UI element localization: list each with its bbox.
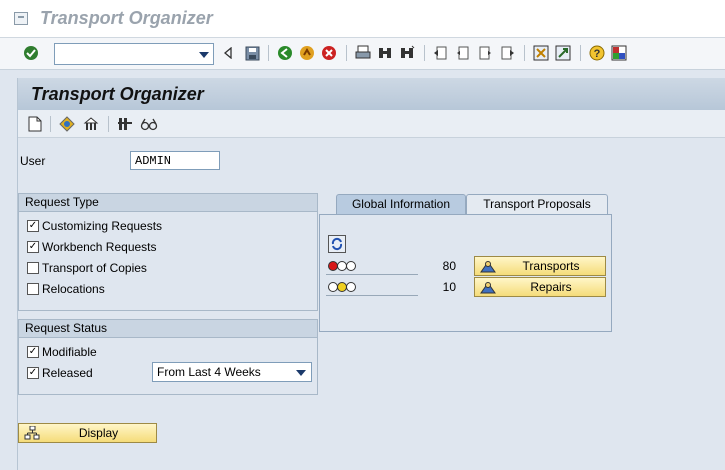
chevron-down-icon[interactable] bbox=[296, 370, 306, 376]
back-icon[interactable] bbox=[276, 44, 294, 62]
released-option[interactable]: ✓ Released bbox=[27, 365, 93, 381]
repairs-button[interactable]: Repairs bbox=[474, 277, 606, 297]
status-lights-red bbox=[328, 261, 356, 271]
transports-count: 80 bbox=[442, 259, 456, 273]
transport-of-copies-option[interactable]: Transport of Copies bbox=[27, 260, 147, 276]
screen-header: Transport Organizer bbox=[18, 78, 725, 110]
request-type-title: Request Type bbox=[19, 194, 317, 212]
print-icon[interactable] bbox=[354, 44, 372, 62]
modifiable-option[interactable]: ✓ Modifiable bbox=[27, 344, 97, 360]
user-icon bbox=[479, 279, 497, 295]
transport-routes-icon[interactable] bbox=[82, 115, 100, 133]
display-object-icon[interactable] bbox=[58, 115, 76, 133]
standard-toolbar: ? bbox=[0, 38, 725, 70]
global-information-panel: 80 Transports 10 Repairs bbox=[319, 214, 612, 332]
refresh-icon[interactable] bbox=[328, 235, 346, 253]
svg-text:?: ? bbox=[594, 48, 601, 60]
workbench-requests-option[interactable]: ✓ Workbench Requests bbox=[27, 239, 157, 255]
repairs-count: 10 bbox=[442, 280, 456, 294]
request-status-title: Request Status bbox=[19, 320, 317, 338]
enter-icon[interactable] bbox=[22, 44, 40, 62]
customizing-requests-option[interactable]: ✓ Customizing Requests bbox=[27, 218, 162, 234]
user-label: User bbox=[20, 154, 46, 168]
find-next-icon[interactable] bbox=[398, 44, 416, 62]
window-title: Transport Organizer bbox=[40, 8, 213, 28]
checkbox[interactable]: ✓ bbox=[27, 241, 39, 253]
application-toolbar bbox=[18, 110, 725, 138]
help-icon[interactable]: ? bbox=[588, 44, 606, 62]
first-page-icon[interactable] bbox=[432, 44, 450, 62]
create-session-icon[interactable] bbox=[532, 44, 550, 62]
checkbox[interactable]: ✓ bbox=[27, 346, 39, 358]
tools-icon[interactable] bbox=[116, 115, 134, 133]
command-field[interactable] bbox=[54, 43, 214, 65]
layout-icon[interactable] bbox=[610, 44, 628, 62]
create-request-icon[interactable] bbox=[26, 115, 44, 133]
exit-icon[interactable] bbox=[298, 44, 316, 62]
tab-global-information[interactable]: Global Information bbox=[336, 194, 466, 214]
find-icon[interactable] bbox=[376, 44, 394, 62]
transports-button[interactable]: Transports bbox=[474, 256, 606, 276]
title-bar: Transport Organizer bbox=[0, 0, 725, 38]
save-icon[interactable] bbox=[243, 44, 261, 62]
checkbox[interactable]: ✓ bbox=[27, 367, 39, 379]
request-type-group: Request Type ✓ Customizing Requests ✓ Wo… bbox=[18, 193, 318, 311]
released-period-select[interactable]: From Last 4 Weeks bbox=[152, 362, 312, 382]
display-button[interactable]: Display bbox=[18, 423, 157, 443]
window-menu-icon[interactable] bbox=[14, 12, 28, 25]
shortcut-icon[interactable] bbox=[554, 44, 572, 62]
status-lights-yellow bbox=[328, 282, 356, 292]
next-page-icon[interactable] bbox=[476, 44, 494, 62]
hierarchy-icon bbox=[23, 425, 41, 441]
main-panel: Transport Organizer User ADMIN Request T… bbox=[17, 78, 725, 470]
previous-page-icon[interactable] bbox=[454, 44, 472, 62]
glasses-icon[interactable] bbox=[140, 115, 158, 133]
checkbox[interactable] bbox=[27, 283, 39, 295]
relocations-option[interactable]: Relocations bbox=[27, 281, 105, 297]
checkbox[interactable] bbox=[27, 262, 39, 274]
checkbox[interactable]: ✓ bbox=[27, 220, 39, 232]
tab-transport-proposals[interactable]: Transport Proposals bbox=[466, 194, 608, 214]
chevron-down-icon[interactable] bbox=[199, 52, 209, 58]
request-status-group: Request Status ✓ Modifiable ✓ Released F… bbox=[18, 319, 318, 395]
screen-title: Transport Organizer bbox=[31, 84, 204, 104]
user-icon bbox=[479, 258, 497, 274]
user-field[interactable]: ADMIN bbox=[130, 151, 220, 170]
last-page-icon[interactable] bbox=[498, 44, 516, 62]
cancel-icon[interactable] bbox=[320, 44, 338, 62]
back-nav-icon[interactable] bbox=[219, 44, 237, 62]
